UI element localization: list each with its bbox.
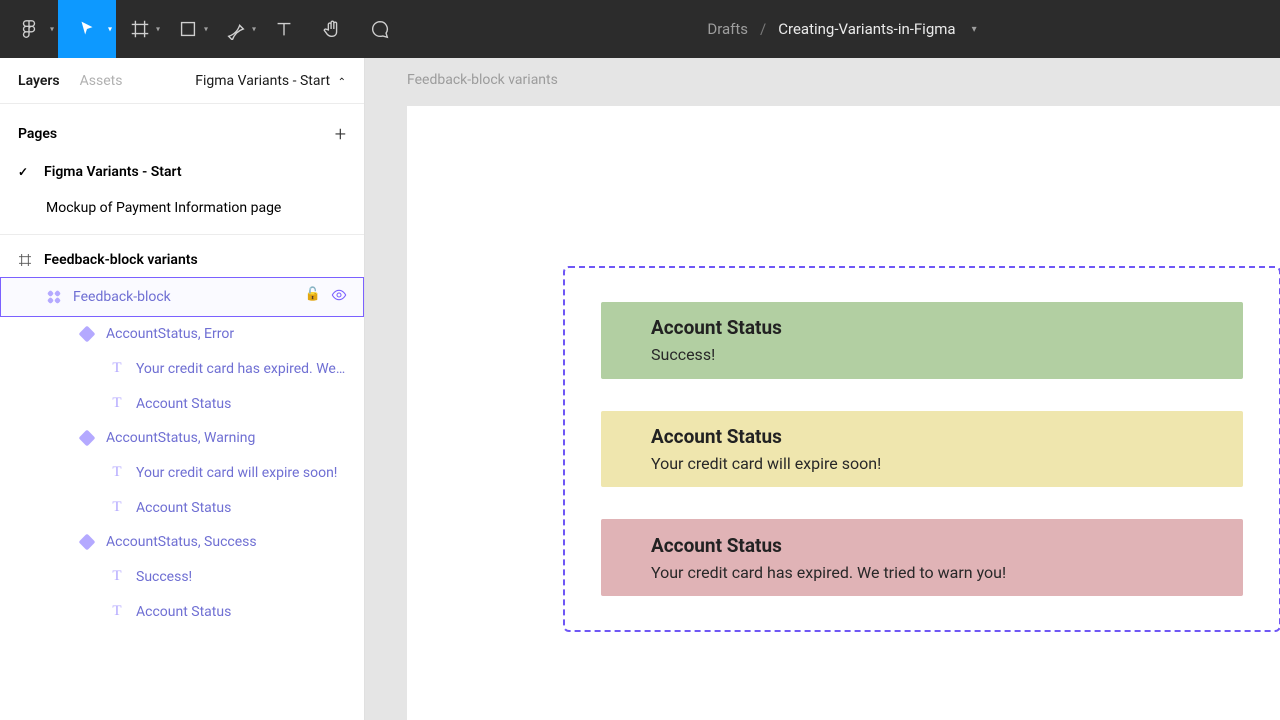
text-layer-icon: T [108,395,126,412]
frame-icon [129,18,151,40]
variant-icon [78,536,96,548]
cursor-icon [76,18,98,40]
variant-icon [78,432,96,444]
text-layer-icon: T [108,464,126,481]
frame-icon [16,252,34,268]
variant-container[interactable]: Account Status Success! Account Status Y… [563,266,1280,632]
canvas-frame[interactable]: Account Status Success! Account Status Y… [407,106,1280,720]
card-title: Account Status [651,425,1193,448]
canvas[interactable]: Feedback-block variants Account Status S… [365,58,1280,720]
card-title: Account Status [651,534,1193,557]
pages-header: Pages + [0,104,364,154]
comment-tool-button[interactable] [356,0,404,58]
divider [0,234,364,235]
text-layer-icon: T [108,499,126,516]
chevron-down-icon: ▾ [156,25,160,34]
chevron-up-icon: ⌃ [338,77,346,88]
layer-label: Account Status [136,604,231,620]
card-body: Success! [651,345,1193,364]
layer-frame[interactable]: Feedback-block variants [0,243,364,277]
figma-menu-button[interactable]: ▾ [0,0,58,58]
card-title: Account Status [651,316,1193,339]
panel-tabs: Layers Assets Figma Variants - Start ⌃ [0,58,364,104]
chevron-down-icon: ▾ [204,25,208,34]
layer-label: Account Status [136,500,231,516]
layer-label: Feedback-block variants [44,252,198,268]
page-name: Figma Variants - Start [44,164,182,180]
pen-icon [225,18,247,40]
card-body: Your credit card has expired. We tried t… [651,563,1193,582]
layer-component-set[interactable]: Feedback-block 🔓 [0,277,364,317]
check-icon: ✓ [18,165,34,179]
text-tool-button[interactable] [260,0,308,58]
layer-text[interactable]: T Your credit card will expire soon! [0,455,364,490]
top-toolbar: ▾ ▾ ▾ ▾ ▾ Drafts / Creating-Variants-in-… [0,0,1280,58]
layer-variant[interactable]: AccountStatus, Error [0,317,364,351]
document-name: Creating-Variants-in-Figma [778,20,955,38]
move-tool-button[interactable]: ▾ [58,0,116,58]
layer-label: Your credit card will expire soon! [136,465,337,481]
canvas-frame-label[interactable]: Feedback-block variants [407,72,558,88]
layer-label: Feedback-block [73,289,171,305]
layer-text[interactable]: T Account Status [0,594,364,629]
card-body: Your credit card will expire soon! [651,454,1193,473]
layer-text[interactable]: T Your credit card has expired. We … [0,351,364,386]
visibility-icon[interactable] [331,287,347,307]
breadcrumb-separator: / [760,20,766,38]
tab-assets[interactable]: Assets [80,73,123,89]
layer-label: Account Status [136,396,231,412]
chevron-down-icon: ▾ [50,25,54,34]
component-set-icon [45,291,63,304]
text-layer-icon: T [108,568,126,585]
text-icon [273,18,295,40]
page-row[interactable]: ✓ Figma Variants - Start [0,154,364,190]
layer-text[interactable]: T Success! [0,559,364,594]
chevron-down-icon: ▾ [972,24,977,35]
left-panel: Layers Assets Figma Variants - Start ⌃ P… [0,58,365,720]
feedback-card-success[interactable]: Account Status Success! [601,302,1243,379]
shape-tool-button[interactable]: ▾ [164,0,212,58]
layer-text[interactable]: T Account Status [0,386,364,421]
comment-icon [369,18,391,40]
text-layer-icon: T [108,603,126,620]
layer-label: AccountStatus, Success [106,534,257,550]
page-selector[interactable]: Figma Variants - Start ⌃ [195,73,346,89]
layer-variant[interactable]: AccountStatus, Warning [0,421,364,455]
layer-label: AccountStatus, Error [106,326,234,342]
hand-tool-button[interactable] [308,0,356,58]
chevron-down-icon: ▾ [252,25,256,34]
add-page-button[interactable]: + [335,122,346,146]
pen-tool-button[interactable]: ▾ [212,0,260,58]
unlock-icon[interactable]: 🔓 [305,287,321,307]
breadcrumb-location: Drafts [707,20,748,38]
hand-icon [321,18,343,40]
text-layer-icon: T [108,360,126,377]
page-name: Mockup of Payment Information page [46,200,281,216]
chevron-down-icon: ▾ [108,25,112,34]
pages-label: Pages [18,126,57,142]
figma-logo-icon [18,18,40,40]
layer-label: Success! [136,569,192,585]
frame-tool-button[interactable]: ▾ [116,0,164,58]
page-row[interactable]: Mockup of Payment Information page [0,190,364,226]
layer-label: Your credit card has expired. We … [136,361,348,377]
layer-variant[interactable]: AccountStatus, Success [0,525,364,559]
layer-label: AccountStatus, Warning [106,430,255,446]
tab-layers[interactable]: Layers [18,73,60,89]
rectangle-icon [177,18,199,40]
feedback-card-error[interactable]: Account Status Your credit card has expi… [601,519,1243,596]
variant-icon [78,328,96,340]
layer-text[interactable]: T Account Status [0,490,364,525]
feedback-card-warning[interactable]: Account Status Your credit card will exp… [601,411,1243,488]
document-title[interactable]: Drafts / Creating-Variants-in-Figma ▾ [404,20,1280,38]
